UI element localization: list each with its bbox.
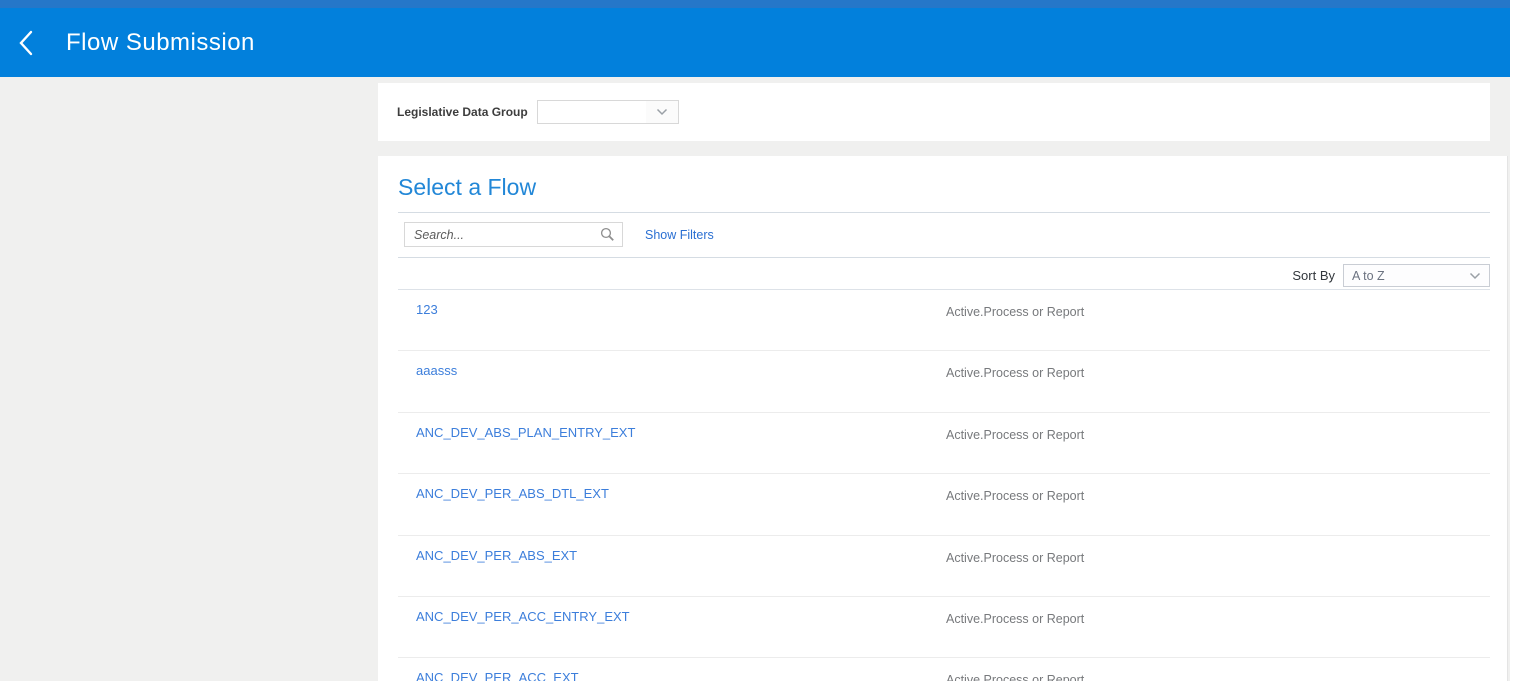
flow-status: Active.Process or Report — [946, 489, 1085, 504]
search-button[interactable] — [598, 227, 622, 242]
app-header: Flow Submission — [0, 8, 1513, 77]
sort-by-select[interactable]: A to Z — [1343, 264, 1490, 287]
flow-link[interactable]: ANC_DEV_ABS_PLAN_ENTRY_EXT — [416, 425, 635, 440]
flow-row: 123 Active.Process or Report — [398, 290, 1490, 352]
flow-row: aaasss Active.Process or Report — [398, 351, 1490, 413]
page-title: Flow Submission — [66, 28, 255, 56]
flow-status: Active.Process or Report — [946, 673, 1085, 681]
chevron-down-icon — [645, 101, 678, 123]
flow-status: Active.Process or Report — [946, 366, 1085, 381]
flow-row: ANC_DEV_PER_ACC_EXT Active.Process or Re… — [398, 658, 1490, 681]
flow-row: ANC_DEV_PER_ABS_EXT Active.Process or Re… — [398, 536, 1490, 597]
flow-list: 123 Active.Process or Report aaasss Acti… — [398, 290, 1490, 681]
search-input[interactable] — [405, 223, 598, 246]
flow-row: ANC_DEV_PER_ABS_DTL_EXT Active.Process o… — [398, 474, 1490, 536]
chevron-down-icon — [1469, 272, 1489, 280]
select-a-flow-panel: Select a Flow Show Filters Sort By A to … — [378, 156, 1508, 681]
sort-by-label: Sort By — [1292, 268, 1335, 283]
back-button[interactable] — [14, 26, 38, 60]
search-row-divider — [398, 257, 1490, 258]
flow-row: ANC_DEV_PER_ACC_ENTRY_EXT Active.Process… — [398, 597, 1490, 659]
top-accent-bar — [0, 0, 1513, 8]
flow-link[interactable]: ANC_DEV_PER_ACC_EXT — [416, 670, 579, 681]
flow-status: Active.Process or Report — [946, 427, 1085, 442]
flow-link[interactable]: aaasss — [416, 363, 457, 378]
heading-divider — [398, 212, 1490, 213]
search-box — [404, 222, 623, 247]
flow-row: ANC_DEV_ABS_PLAN_ENTRY_EXT Active.Proces… — [398, 413, 1490, 475]
flow-status: Active.Process or Report — [946, 611, 1085, 626]
legislative-data-group-band: Legislative Data Group — [378, 83, 1490, 141]
legislative-data-group-select[interactable] — [536, 100, 679, 124]
flow-link[interactable]: ANC_DEV_PER_ABS_EXT — [416, 548, 577, 563]
flow-status: Active.Process or Report — [946, 550, 1085, 565]
flow-status: Active.Process or Report — [946, 305, 1085, 319]
chevron-left-icon — [18, 30, 34, 56]
show-filters-link[interactable]: Show Filters — [645, 228, 714, 242]
flow-link[interactable]: ANC_DEV_PER_ABS_DTL_EXT — [416, 486, 609, 501]
search-icon — [600, 227, 615, 242]
flow-link[interactable]: 123 — [416, 302, 438, 317]
legislative-data-group-label: Legislative Data Group — [397, 105, 528, 119]
select-a-flow-heading: Select a Flow — [398, 174, 537, 200]
flow-link[interactable]: ANC_DEV_PER_ACC_ENTRY_EXT — [416, 609, 630, 624]
sort-by-value: A to Z — [1352, 268, 1385, 283]
